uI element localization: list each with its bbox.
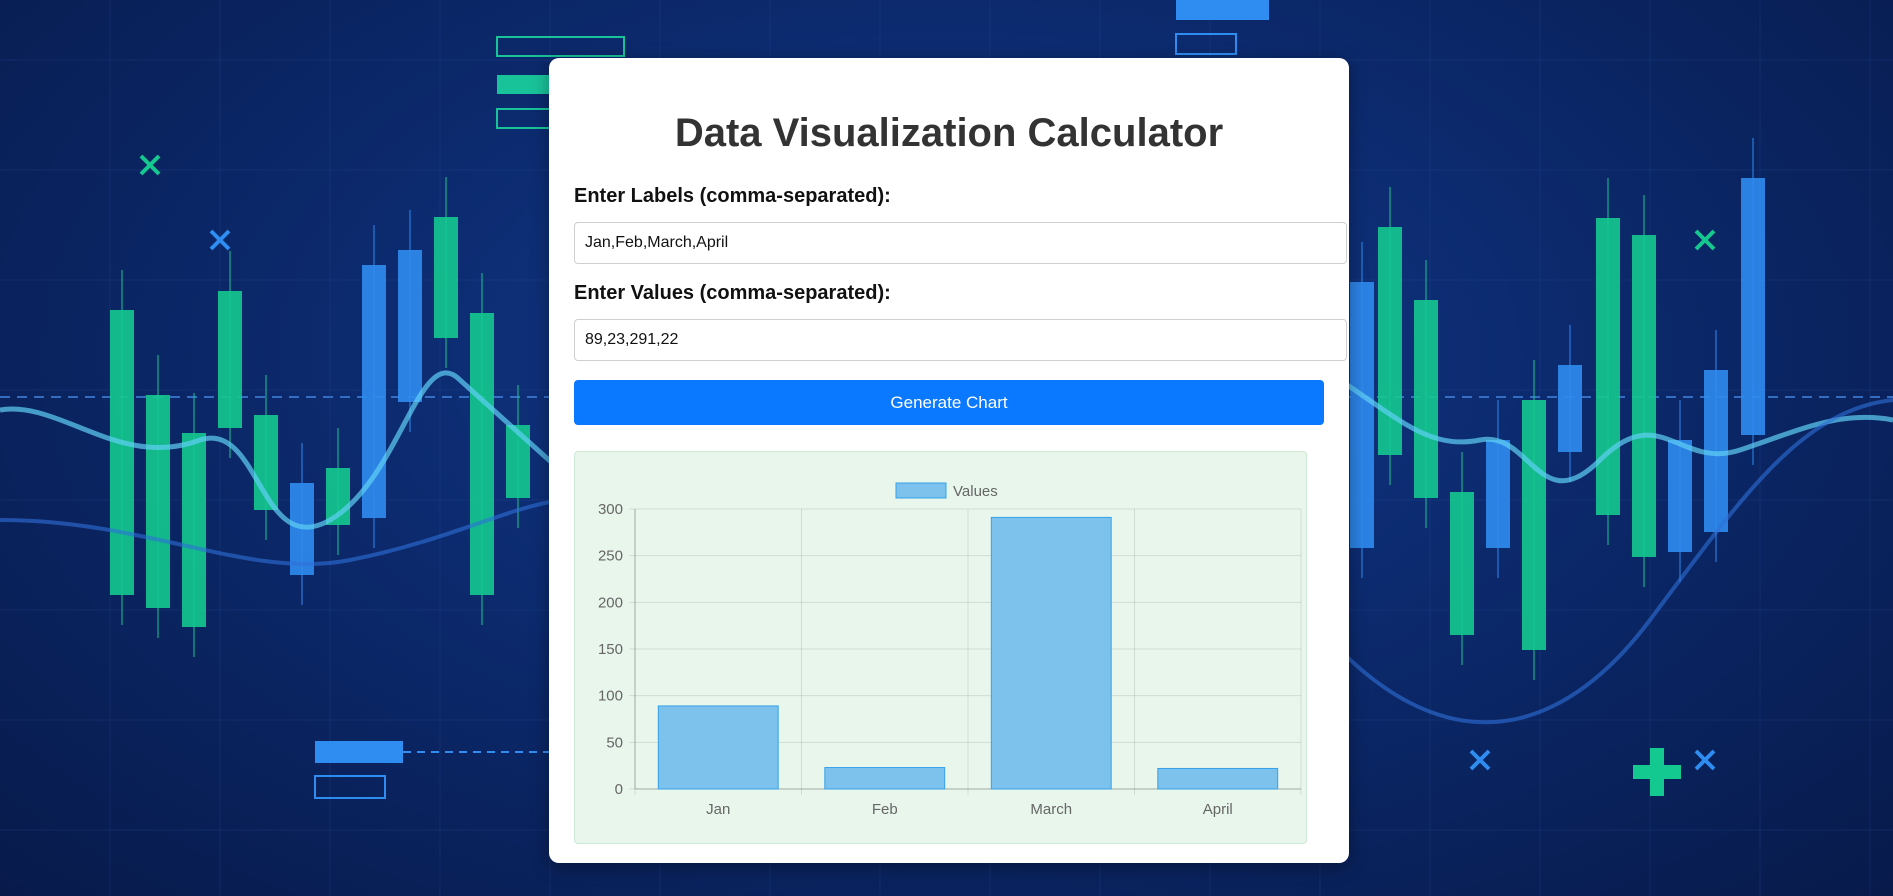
legend-swatch xyxy=(895,482,947,499)
legend-label: Values xyxy=(953,483,998,500)
y-tick-label: 150 xyxy=(598,641,623,658)
generate-chart-button[interactable]: Generate Chart xyxy=(574,380,1324,425)
y-tick-label: 250 xyxy=(598,548,623,565)
chart-container: 0 50 100 150 200 250 300 Jan Feb March April Values xyxy=(574,451,1307,844)
page-title: Data Visualization Calculator xyxy=(674,111,1224,155)
chart-legend[interactable]: Values xyxy=(895,482,998,500)
x-tick-label: March xyxy=(1030,801,1072,818)
y-tick-label: 50 xyxy=(606,734,623,751)
calculator-card: Data Visualization Calculator Enter Labe… xyxy=(549,58,1349,863)
x-tick-label: Jan xyxy=(706,801,730,818)
y-tick-label: 200 xyxy=(598,594,623,611)
bar-march[interactable] xyxy=(990,516,1112,790)
y-tick-label: 100 xyxy=(598,688,623,705)
x-tick-label: Feb xyxy=(872,801,898,818)
values-input[interactable] xyxy=(574,319,1347,361)
values-field-label: Enter Values (comma-separated): xyxy=(574,282,891,304)
bar-april[interactable] xyxy=(1157,767,1279,790)
x-tick-label: April xyxy=(1203,801,1233,818)
labels-field-label: Enter Labels (comma-separated): xyxy=(574,185,891,207)
bar-feb[interactable] xyxy=(824,767,946,790)
y-tick-label: 0 xyxy=(615,781,623,798)
labels-input[interactable] xyxy=(574,222,1347,264)
bar-jan[interactable] xyxy=(657,705,779,790)
y-tick-label: 300 xyxy=(598,501,623,518)
bar-chart: 0 50 100 150 200 250 300 Jan Feb March April Values xyxy=(598,482,1302,818)
